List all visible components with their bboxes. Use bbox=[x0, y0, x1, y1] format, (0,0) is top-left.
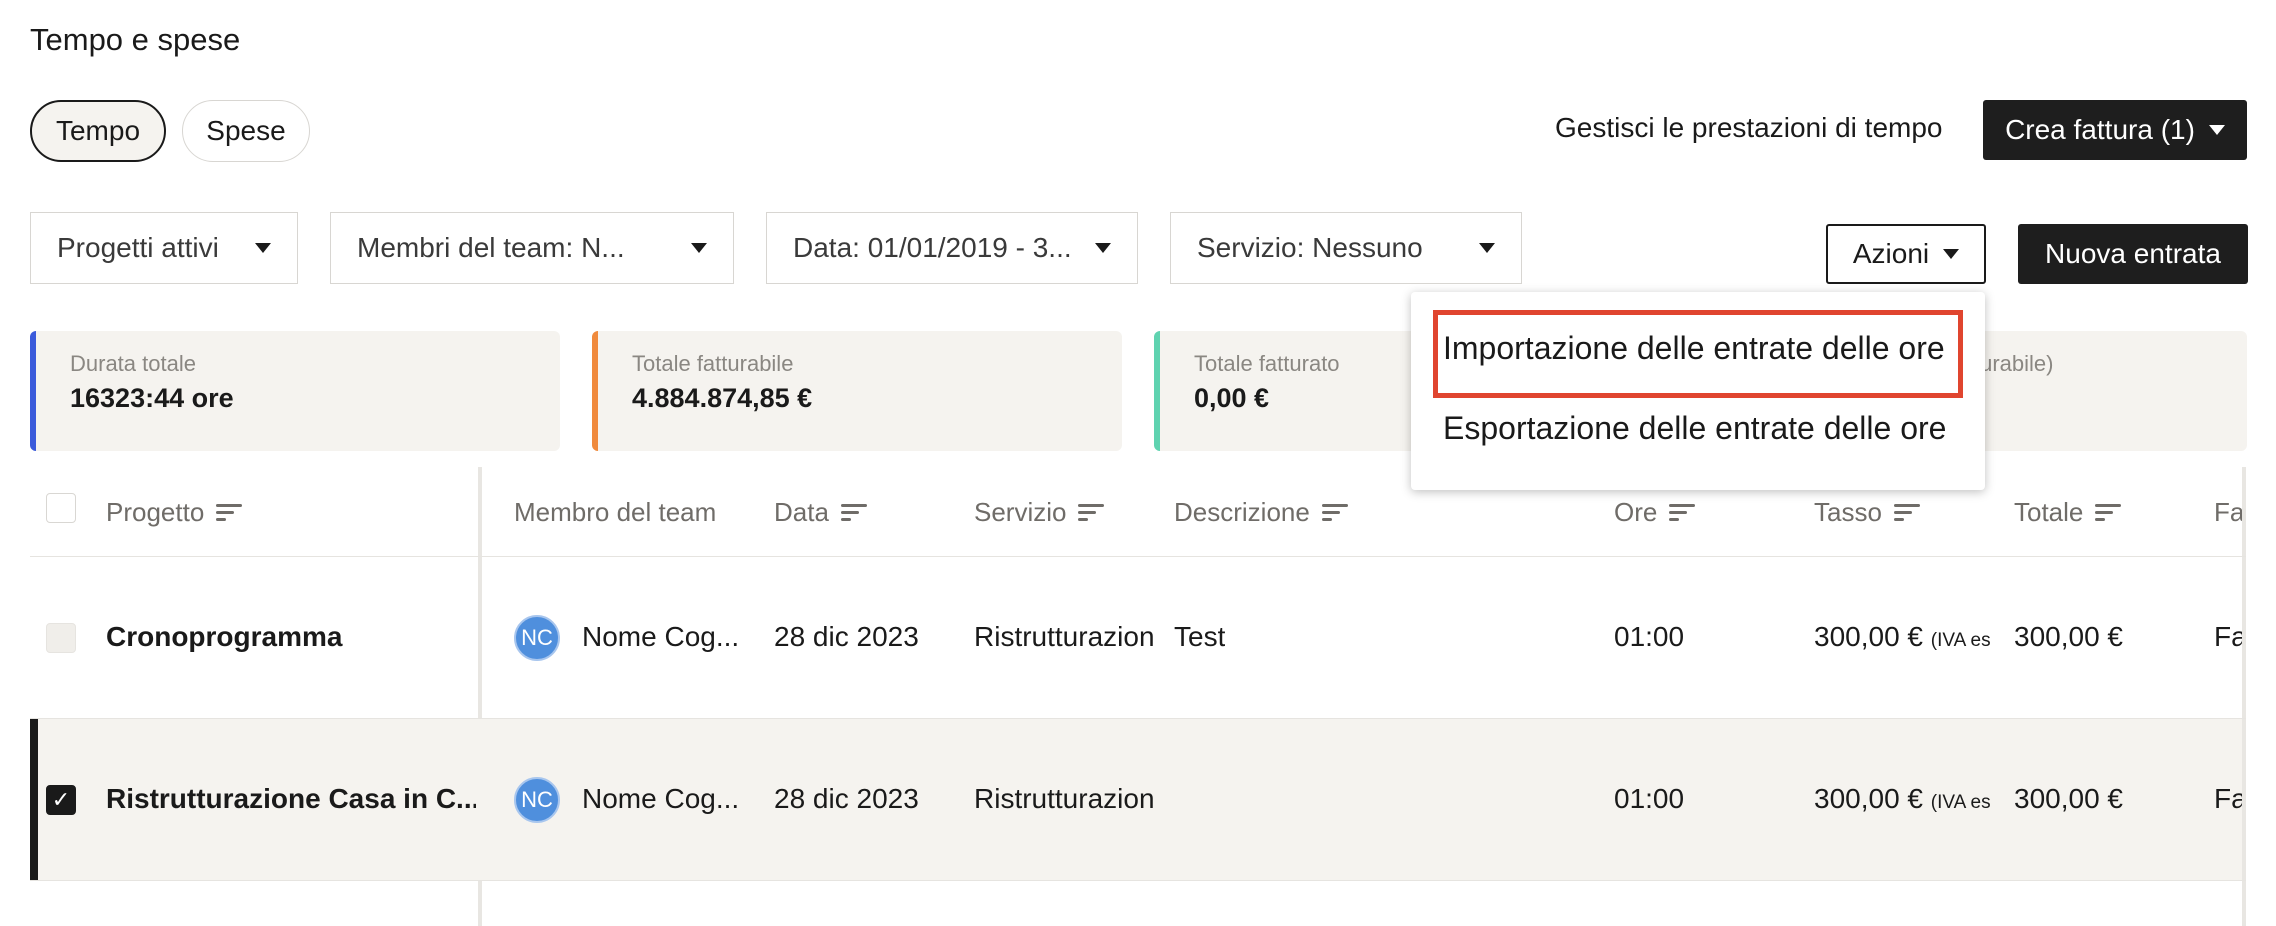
column-header-total[interactable]: Totale bbox=[2014, 467, 2122, 557]
chevron-down-icon bbox=[2208, 125, 2225, 135]
summary-card-value: 16323:44 ore bbox=[70, 383, 234, 413]
row-project[interactable]: Ristrutturazione Casa in C... bbox=[106, 783, 476, 815]
avatar-initials: NC bbox=[521, 787, 553, 812]
row-rate-note: (IVA es bbox=[1930, 792, 1991, 813]
projects-filter[interactable]: Progetti attivi bbox=[30, 212, 298, 284]
actions-label: Azioni bbox=[1852, 238, 1930, 269]
team-filter-value: Membri del team: N... bbox=[357, 232, 625, 263]
create-invoice-label: Crea fattura (1) bbox=[2005, 114, 2195, 145]
select-all-checkbox[interactable] bbox=[46, 493, 76, 523]
row-divider bbox=[30, 880, 2246, 881]
summary-card-accent bbox=[30, 331, 36, 451]
avatar: NC bbox=[514, 615, 560, 661]
column-header-label: Totale bbox=[2014, 496, 2084, 527]
actions-dropdown-menu: Importazione delle entrate delle ore Esp… bbox=[1411, 292, 1985, 490]
summary-card-billable: Totale fatturabile 4.884.874,85 € bbox=[592, 331, 1122, 451]
avatar: NC bbox=[514, 777, 560, 823]
summary-card-label: Totale fatturabile bbox=[632, 351, 794, 376]
summary-card-label: Durata totale bbox=[70, 351, 196, 376]
selected-row-indicator bbox=[30, 719, 38, 880]
new-entry-label: Nuova entrata bbox=[2045, 238, 2221, 269]
sort-icon bbox=[840, 500, 867, 525]
team-filter[interactable]: Membri del team: N... bbox=[330, 212, 734, 284]
date-filter-value: Data: 01/01/2019 - 3... bbox=[793, 232, 1072, 263]
sort-icon bbox=[1321, 500, 1348, 525]
manage-time-entries-link[interactable]: Gestisci le prestazioni di tempo bbox=[1555, 112, 1943, 144]
summary-card-duration: Durata totale 16323:44 ore bbox=[30, 331, 560, 451]
column-header-date[interactable]: Data bbox=[774, 467, 867, 557]
column-header-label: Descrizione bbox=[1174, 496, 1310, 527]
column-header-label: Data bbox=[774, 496, 829, 527]
row-hours: 01:00 bbox=[1614, 621, 1685, 652]
column-header-invoice[interactable]: Fa bbox=[2214, 467, 2242, 557]
column-header-service[interactable]: Servizio bbox=[974, 467, 1105, 557]
row-invoice: Fa bbox=[2214, 621, 2242, 652]
chevron-down-icon bbox=[255, 243, 271, 253]
tab-tempo-label: Tempo bbox=[55, 115, 141, 146]
table-right-edge bbox=[2242, 467, 2246, 926]
row-rate: 300,00 € (IVA es bbox=[1814, 783, 2010, 815]
row-service: Ristrutturazion bbox=[974, 621, 1155, 652]
row-date: 28 dic 2023 bbox=[774, 783, 919, 814]
menu-item-export-time-entries[interactable]: Esportazione delle entrate delle ore bbox=[1443, 410, 1946, 447]
chevron-down-icon bbox=[1943, 249, 1960, 259]
row-rate: 300,00 € (IVA es bbox=[1814, 621, 2010, 653]
tab-spese-label: Spese bbox=[206, 115, 286, 146]
row-total: 300,00 € bbox=[2014, 621, 2123, 652]
sort-icon bbox=[2095, 500, 2122, 525]
actions-button[interactable]: Azioni bbox=[1826, 224, 1986, 284]
sort-icon bbox=[1669, 500, 1696, 525]
chevron-down-icon bbox=[1479, 243, 1495, 253]
row-rate-note: (IVA es bbox=[1930, 630, 1991, 651]
sort-icon bbox=[1893, 500, 1920, 525]
row-member: Nome Cog... bbox=[582, 621, 740, 652]
row-checkbox[interactable] bbox=[46, 623, 76, 653]
row-total: 300,00 € bbox=[2014, 783, 2123, 814]
row-checkbox[interactable]: ✓ bbox=[46, 785, 76, 815]
column-header-label: Membro del team bbox=[514, 496, 717, 527]
date-filter[interactable]: Data: 01/01/2019 - 3... bbox=[766, 212, 1138, 284]
create-invoice-button[interactable]: Crea fattura (1) bbox=[1983, 100, 2247, 160]
column-header-label: Ore bbox=[1614, 496, 1658, 527]
row-description: Test bbox=[1174, 621, 1226, 652]
column-header-project[interactable]: Progetto bbox=[106, 467, 243, 557]
new-entry-button[interactable]: Nuova entrata bbox=[2018, 224, 2248, 284]
tab-spese[interactable]: Spese bbox=[182, 100, 310, 162]
avatar-initials: NC bbox=[521, 625, 553, 650]
row-rate-value: 300,00 € bbox=[1814, 783, 1923, 814]
row-project[interactable]: Cronoprogramma bbox=[106, 621, 476, 653]
summary-card-accent bbox=[592, 331, 598, 451]
table-row[interactable]: Cronoprogramma NC Nome Cog... 28 dic 202… bbox=[30, 557, 2242, 718]
column-header-description[interactable]: Descrizione bbox=[1174, 467, 1348, 557]
row-service: Ristrutturazion bbox=[974, 783, 1155, 814]
page-title: Tempo e spese bbox=[30, 22, 241, 57]
row-rate-value: 300,00 € bbox=[1814, 621, 1923, 652]
sort-icon bbox=[216, 500, 243, 525]
table-row-selected[interactable]: ✓ Ristrutturazione Casa in C... NC Nome … bbox=[30, 719, 2242, 880]
summary-card-value: 4.884.874,85 € bbox=[632, 383, 813, 413]
column-header-label: Progetto bbox=[106, 496, 205, 527]
tab-tempo[interactable]: Tempo bbox=[30, 100, 166, 162]
chevron-down-icon bbox=[1095, 243, 1111, 253]
summary-card-accent bbox=[1154, 331, 1160, 451]
column-header-member: Membro del team bbox=[514, 467, 716, 557]
projects-filter-value: Progetti attivi bbox=[57, 232, 219, 263]
row-hours: 01:00 bbox=[1614, 783, 1685, 814]
chevron-down-icon bbox=[691, 243, 707, 253]
row-member: Nome Cog... bbox=[582, 783, 740, 814]
column-header-label: Servizio bbox=[974, 496, 1067, 527]
row-invoice: Fa bbox=[2214, 783, 2242, 814]
service-filter-value: Servizio: Nessuno bbox=[1197, 232, 1423, 263]
row-date: 28 dic 2023 bbox=[774, 621, 919, 652]
service-filter[interactable]: Servizio: Nessuno bbox=[1170, 212, 1522, 284]
column-header-label: Fa bbox=[2214, 496, 2242, 527]
column-header-label: Tasso bbox=[1814, 496, 1882, 527]
checkmark-icon: ✓ bbox=[46, 785, 76, 815]
menu-item-import-time-entries[interactable]: Importazione delle entrate delle ore bbox=[1443, 330, 1945, 367]
sort-icon bbox=[1078, 500, 1105, 525]
